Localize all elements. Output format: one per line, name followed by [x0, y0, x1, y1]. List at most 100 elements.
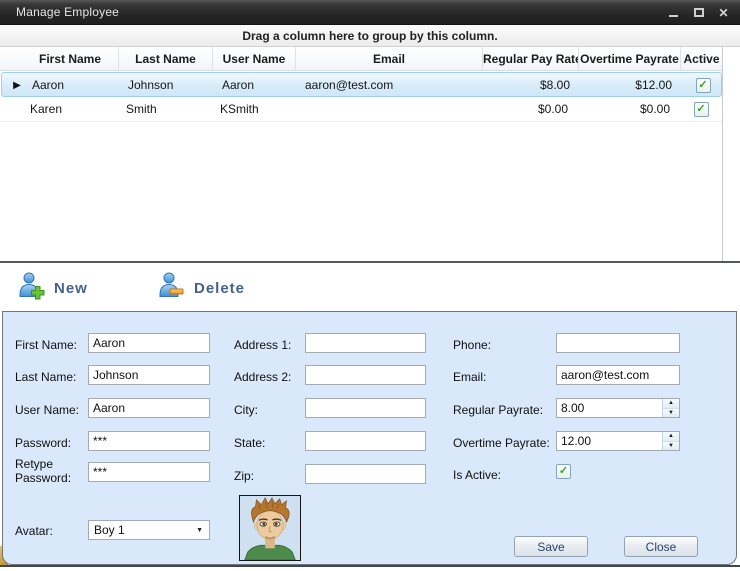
user-name-field[interactable]	[88, 398, 210, 418]
regular-payrate-stepper: ▲ ▼	[556, 398, 680, 418]
email-field[interactable]	[556, 365, 680, 385]
cell-active: ✓	[682, 73, 724, 98]
delete-button-label: Delete	[194, 280, 245, 297]
regular-payrate-label: Regular Payrate:	[453, 403, 543, 417]
zip-label: Zip:	[234, 469, 254, 483]
new-button[interactable]: New	[18, 272, 88, 304]
avatar-select-value: Boy 1	[94, 523, 125, 537]
overtime-payrate-stepper: ▲ ▼	[556, 431, 680, 451]
is-active-checkbox[interactable]: ✓	[556, 464, 571, 479]
spin-down-icon: ▼	[668, 410, 674, 416]
regular-payrate-spin-buttons: ▲ ▼	[662, 399, 679, 417]
chevron-down-icon: ▼	[196, 527, 203, 534]
grid-header-overtime-payrate[interactable]: Overtime Payrate	[578, 47, 680, 71]
action-toolbar: New Delete	[0, 263, 740, 311]
employee-grid: First Name Last Name User Name Email Reg…	[0, 47, 722, 122]
email-label: Email:	[453, 370, 486, 384]
overtime-payrate-field[interactable]	[557, 432, 662, 450]
check-icon: ✓	[559, 466, 568, 477]
close-form-button[interactable]: Close	[624, 536, 698, 557]
cell-last-name[interactable]: Johnson	[120, 73, 214, 98]
row-indicator-empty	[0, 97, 22, 122]
phone-label: Phone:	[453, 338, 491, 352]
state-label: State:	[234, 436, 265, 450]
grid-header-first-name[interactable]: First Name	[22, 47, 118, 71]
grid-header-active[interactable]: Active	[680, 47, 722, 71]
cell-user-name[interactable]: Aaron	[214, 73, 297, 98]
overtime-payrate-label: Overtime Payrate:	[453, 436, 550, 450]
address1-field[interactable]	[305, 333, 426, 353]
minimize-button[interactable]	[667, 6, 680, 19]
maximize-button[interactable]	[692, 6, 705, 19]
retype-password-label: Retype Password:	[15, 457, 77, 485]
cell-last-name[interactable]: Smith	[118, 97, 212, 122]
spin-up-icon: ▲	[668, 433, 674, 439]
cell-user-name[interactable]: KSmith	[212, 97, 295, 122]
delete-button[interactable]: Delete	[158, 272, 245, 304]
cell-regular-pay-rate[interactable]: $0.00	[482, 97, 578, 122]
new-button-label: New	[54, 280, 88, 297]
save-button[interactable]: Save	[514, 536, 588, 557]
check-icon: ✓	[698, 80, 707, 91]
user-name-label: User Name:	[15, 403, 79, 417]
grid-header-email[interactable]: Email	[295, 47, 482, 71]
close-button[interactable]: ✕	[717, 6, 730, 19]
active-checkbox[interactable]: ✓	[694, 102, 709, 117]
cell-overtime-payrate[interactable]: $12.00	[580, 73, 682, 98]
cell-email[interactable]: aaron@test.com	[297, 73, 484, 98]
address1-label: Address 1:	[234, 338, 291, 352]
last-name-field[interactable]	[88, 365, 210, 385]
delete-employee-icon	[158, 271, 185, 305]
cell-email[interactable]	[295, 97, 482, 122]
city-field[interactable]	[305, 398, 426, 418]
spin-up-icon: ▲	[668, 400, 674, 406]
address2-label: Address 2:	[234, 370, 291, 384]
table-row-aaron[interactable]: ▶ Aaron Johnson Aaron aaron@test.com $8.…	[1, 72, 722, 97]
address2-field[interactable]	[305, 365, 426, 385]
password-field[interactable]	[88, 431, 210, 451]
retype-password-field[interactable]	[88, 462, 210, 482]
zip-field[interactable]	[305, 464, 426, 484]
overtime-payrate-spin-buttons: ▲ ▼	[662, 432, 679, 450]
window-bottom-edge	[0, 565, 740, 567]
spin-down-button[interactable]: ▼	[663, 442, 679, 451]
cell-regular-pay-rate[interactable]: $8.00	[484, 73, 580, 98]
grid-header-regular-pay-rate[interactable]: Regular Pay Rate	[482, 47, 578, 71]
state-field[interactable]	[305, 431, 426, 451]
table-row-karen[interactable]: Karen Smith KSmith $0.00 $0.00 ✓	[0, 97, 722, 122]
title-bar[interactable]: Manage Employee ✕	[0, 0, 740, 25]
maximize-icon	[694, 8, 704, 17]
grid-header-user-name[interactable]: User Name	[212, 47, 295, 71]
avatar-image	[239, 495, 301, 561]
check-icon: ✓	[696, 104, 705, 115]
spin-up-button[interactable]: ▲	[663, 432, 679, 442]
minimize-icon	[669, 15, 678, 17]
first-name-field[interactable]	[88, 333, 210, 353]
employee-detail-panel: First Name: Last Name: User Name: Passwo…	[2, 311, 737, 565]
regular-payrate-field[interactable]	[557, 399, 662, 417]
window-title: Manage Employee	[16, 5, 119, 19]
first-name-label: First Name:	[15, 338, 77, 352]
phone-field[interactable]	[556, 333, 680, 353]
group-by-drop-zone[interactable]: Drag a column here to group by this colu…	[0, 25, 740, 47]
grid-header-indicator	[0, 47, 22, 71]
city-label: City:	[234, 403, 258, 417]
cell-first-name[interactable]: Aaron	[24, 73, 120, 98]
close-icon: ✕	[718, 6, 728, 20]
cell-active: ✓	[680, 97, 722, 122]
grid-header-last-name[interactable]: Last Name	[118, 47, 212, 71]
avatar-label: Avatar:	[15, 524, 53, 538]
spin-down-button[interactable]: ▼	[663, 409, 679, 418]
row-indicator-icon: ▶	[2, 73, 24, 98]
spin-down-icon: ▼	[668, 443, 674, 449]
group-by-hint: Drag a column here to group by this colu…	[242, 29, 497, 43]
cell-overtime-payrate[interactable]: $0.00	[578, 97, 680, 122]
new-employee-icon	[18, 271, 45, 305]
cell-first-name[interactable]: Karen	[22, 97, 118, 122]
avatar-select[interactable]: Boy 1 ▼	[88, 520, 210, 540]
last-name-label: Last Name:	[15, 370, 76, 384]
grid-right-border	[722, 47, 723, 261]
is-active-label: Is Active:	[453, 468, 501, 482]
active-checkbox[interactable]: ✓	[696, 78, 711, 93]
spin-up-button[interactable]: ▲	[663, 399, 679, 409]
